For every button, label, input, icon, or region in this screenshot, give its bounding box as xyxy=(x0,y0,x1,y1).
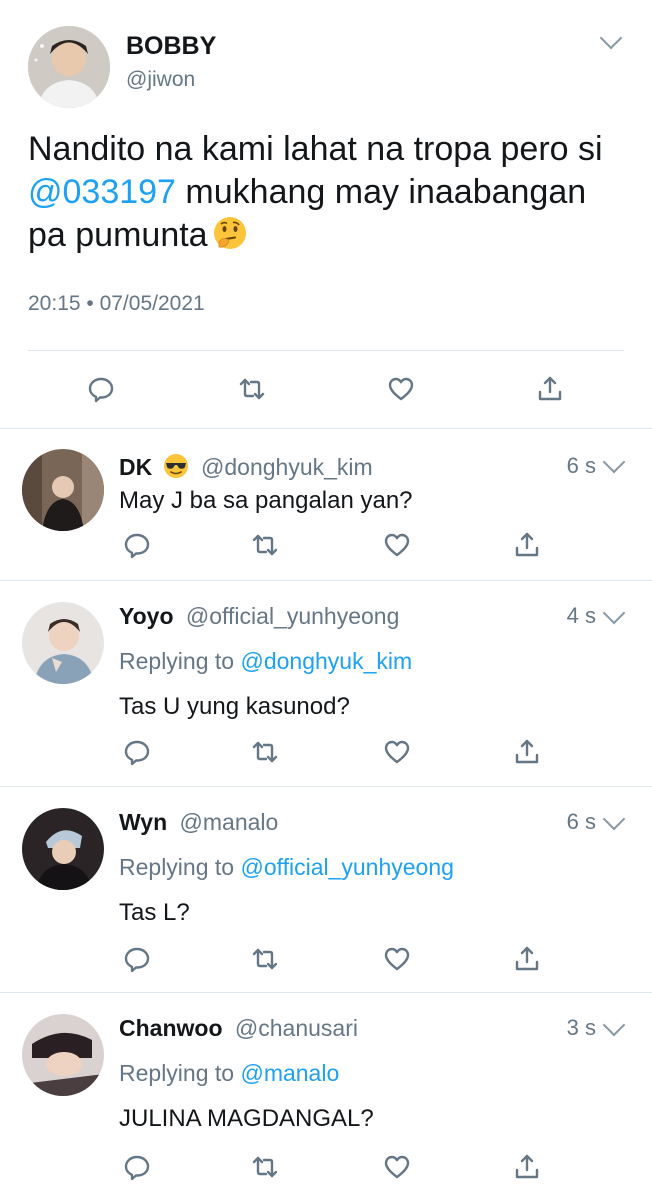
share-icon[interactable] xyxy=(533,372,567,406)
retweet-icon[interactable] xyxy=(235,372,269,406)
tweet-text: Nandito na kami lahat na tropa pero si @… xyxy=(28,128,628,262)
author-handle[interactable]: @chanusari xyxy=(235,1015,358,1041)
chevron-down-icon[interactable] xyxy=(602,807,626,831)
reply-time: 6 s xyxy=(566,809,596,834)
thinking-face-emoji-icon xyxy=(212,215,248,262)
reply-tweet[interactable]: Chanwoo @chanusari 3 s Replying to @mana… xyxy=(0,993,652,1200)
heart-icon[interactable] xyxy=(380,735,414,769)
sunglasses-emoji-icon xyxy=(163,453,189,485)
author-handle[interactable]: @manalo xyxy=(180,809,279,835)
reply-tweet[interactable]: DK @donghyuk_kim 6 s May J ba sa pangala… xyxy=(0,429,652,580)
reply-header: Yoyo @official_yunhyeong xyxy=(119,603,399,630)
avatar[interactable] xyxy=(22,1014,104,1096)
reply-text: Tas U yung kasunod? xyxy=(119,693,350,720)
mention-link[interactable]: @official_yunhyeong xyxy=(240,854,453,880)
comment-bubble-icon[interactable] xyxy=(120,735,154,769)
reply-header: Wyn @manalo xyxy=(119,809,278,836)
replying-to-line: Replying to @donghyuk_kim xyxy=(119,648,412,675)
reply-time: 3 s xyxy=(566,1015,596,1040)
reply-text: JULINA MAGDANGAL? xyxy=(119,1105,374,1132)
comment-bubble-icon[interactable] xyxy=(84,372,118,406)
reply-header: Chanwoo @chanusari xyxy=(119,1015,358,1042)
comment-bubble-icon[interactable] xyxy=(120,942,154,976)
tweet-text-part: Nandito na kami lahat na tropa pero si xyxy=(28,130,603,168)
share-icon[interactable] xyxy=(510,942,544,976)
replying-to-line: Replying to @manalo xyxy=(119,1060,339,1087)
mention-link[interactable]: @033197 xyxy=(28,173,176,211)
retweet-icon[interactable] xyxy=(248,1150,282,1184)
main-tweet: BOBBY @jiwon Nandito na kami lahat na tr… xyxy=(0,0,652,428)
avatar[interactable] xyxy=(22,808,104,890)
author-name[interactable]: Yoyo xyxy=(119,603,174,629)
retweet-icon[interactable] xyxy=(248,735,282,769)
retweet-icon[interactable] xyxy=(248,942,282,976)
reply-time: 6 s xyxy=(566,453,596,478)
heart-icon[interactable] xyxy=(380,528,414,562)
replying-to-label: Replying to xyxy=(119,854,241,880)
share-icon[interactable] xyxy=(510,528,544,562)
avatar[interactable] xyxy=(22,449,104,531)
heart-icon[interactable] xyxy=(380,942,414,976)
chevron-down-icon[interactable] xyxy=(602,450,626,474)
share-icon[interactable] xyxy=(510,735,544,769)
reply-tweet[interactable]: Yoyo @official_yunhyeong 4 s Replying to… xyxy=(0,581,652,786)
mention-link[interactable]: @donghyuk_kim xyxy=(240,648,412,674)
author-handle[interactable]: @official_yunhyeong xyxy=(186,603,399,629)
retweet-icon[interactable] xyxy=(248,528,282,562)
divider xyxy=(28,350,624,351)
replying-to-label: Replying to xyxy=(119,648,241,674)
reply-header: DK @donghyuk_kim xyxy=(119,453,373,485)
author-name[interactable]: DK xyxy=(119,454,152,480)
heart-icon[interactable] xyxy=(384,372,418,406)
avatar[interactable] xyxy=(22,602,104,684)
reply-text: May J ba sa pangalan yan? xyxy=(119,487,413,514)
heart-icon[interactable] xyxy=(380,1150,414,1184)
comment-bubble-icon[interactable] xyxy=(120,528,154,562)
mention-link[interactable]: @manalo xyxy=(240,1060,339,1086)
chevron-down-icon[interactable] xyxy=(602,601,626,625)
author-name[interactable]: Wyn xyxy=(119,809,167,835)
author-name[interactable]: BOBBY xyxy=(126,32,216,61)
avatar[interactable] xyxy=(28,26,110,108)
author-handle[interactable]: @jiwon xyxy=(126,68,195,92)
replying-to-label: Replying to xyxy=(119,1060,241,1086)
reply-time: 4 s xyxy=(566,603,596,628)
reply-tweet[interactable]: Wyn @manalo 6 s Replying to @official_yu… xyxy=(0,787,652,992)
comment-bubble-icon[interactable] xyxy=(120,1150,154,1184)
chevron-down-icon[interactable] xyxy=(602,1013,626,1037)
tweet-timestamp: 20:15 • 07/05/2021 xyxy=(28,292,205,315)
author-name[interactable]: Chanwoo xyxy=(119,1015,223,1041)
chevron-down-icon[interactable] xyxy=(599,26,623,50)
reply-text: Tas L? xyxy=(119,899,190,926)
author-handle[interactable]: @donghyuk_kim xyxy=(201,454,373,480)
share-icon[interactable] xyxy=(510,1150,544,1184)
replying-to-line: Replying to @official_yunhyeong xyxy=(119,854,454,881)
